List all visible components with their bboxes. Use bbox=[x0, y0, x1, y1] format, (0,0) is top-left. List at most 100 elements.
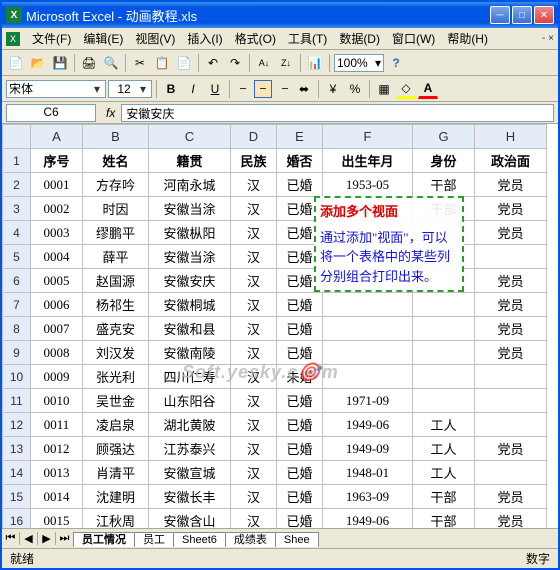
data-cell[interactable]: 党员 bbox=[475, 197, 547, 221]
row-header[interactable]: 4 bbox=[3, 221, 31, 245]
sheet-tab[interactable]: 员工情况 bbox=[73, 532, 135, 547]
data-cell[interactable]: 安徽当涂 bbox=[149, 245, 231, 269]
menu-item-3[interactable]: 插入(I) bbox=[181, 30, 228, 48]
col-header-H[interactable]: H bbox=[475, 125, 547, 149]
header-cell[interactable]: 出生年月 bbox=[323, 149, 413, 173]
data-cell[interactable]: 汉 bbox=[231, 413, 277, 437]
col-header-B[interactable]: B bbox=[83, 125, 149, 149]
data-cell[interactable]: 张光利 bbox=[83, 365, 149, 389]
tab-prev-icon[interactable]: ◀ bbox=[20, 532, 38, 545]
data-cell[interactable]: 沈建明 bbox=[83, 485, 149, 509]
row-header[interactable]: 13 bbox=[3, 437, 31, 461]
data-cell[interactable] bbox=[323, 293, 413, 317]
data-cell[interactable] bbox=[413, 365, 475, 389]
data-cell[interactable]: 河南永城 bbox=[149, 173, 231, 197]
data-cell[interactable]: 0012 bbox=[31, 437, 83, 461]
data-cell[interactable] bbox=[413, 317, 475, 341]
menu-item-7[interactable]: 窗口(W) bbox=[386, 30, 441, 48]
worksheet-area[interactable]: ABCDEFGH1序号姓名籍贯民族婚否出生年月身份政治面20001方存吟河南永城… bbox=[2, 124, 558, 528]
data-cell[interactable]: 凌启泉 bbox=[83, 413, 149, 437]
title-bar[interactable]: X Microsoft Excel - 动画教程.xls ─ □ ✕ bbox=[2, 2, 558, 28]
data-cell[interactable]: 0007 bbox=[31, 317, 83, 341]
align-right-icon[interactable] bbox=[274, 80, 292, 98]
data-cell[interactable]: 已婚 bbox=[277, 293, 323, 317]
data-cell[interactable]: 缪鹏平 bbox=[83, 221, 149, 245]
data-cell[interactable]: 安徽含山 bbox=[149, 509, 231, 529]
data-cell[interactable]: 党员 bbox=[475, 437, 547, 461]
data-cell[interactable]: 工人 bbox=[413, 461, 475, 485]
row-header[interactable]: 3 bbox=[3, 197, 31, 221]
data-cell[interactable]: 党员 bbox=[475, 269, 547, 293]
header-cell[interactable]: 民族 bbox=[231, 149, 277, 173]
data-cell[interactable]: 汉 bbox=[231, 461, 277, 485]
data-cell[interactable]: 已婚 bbox=[277, 173, 323, 197]
menu-item-4[interactable]: 格式(O) bbox=[229, 30, 282, 48]
col-header-E[interactable]: E bbox=[277, 125, 323, 149]
data-cell[interactable]: 0002 bbox=[31, 197, 83, 221]
row-header[interactable]: 2 bbox=[3, 173, 31, 197]
currency-icon[interactable]: ¥ bbox=[323, 79, 343, 99]
data-cell[interactable]: 山东阳谷 bbox=[149, 389, 231, 413]
data-cell[interactable]: 0013 bbox=[31, 461, 83, 485]
data-cell[interactable] bbox=[475, 389, 547, 413]
data-cell[interactable]: 已婚 bbox=[277, 317, 323, 341]
align-center-icon[interactable] bbox=[254, 80, 272, 98]
data-cell[interactable]: 干部 bbox=[413, 509, 475, 529]
data-cell[interactable]: 吴世金 bbox=[83, 389, 149, 413]
data-cell[interactable]: 肖清平 bbox=[83, 461, 149, 485]
zoom-combo[interactable]: 100%▾ bbox=[334, 54, 384, 72]
row-header[interactable]: 12 bbox=[3, 413, 31, 437]
data-cell[interactable]: 汉 bbox=[231, 173, 277, 197]
data-cell[interactable]: 0005 bbox=[31, 269, 83, 293]
data-cell[interactable]: 1949-09 bbox=[323, 437, 413, 461]
open-icon[interactable]: 📂 bbox=[28, 53, 48, 73]
data-cell[interactable]: 汉 bbox=[231, 389, 277, 413]
data-cell[interactable]: 刘汉发 bbox=[83, 341, 149, 365]
data-cell[interactable]: 四川仁寿 bbox=[149, 365, 231, 389]
align-left-icon[interactable] bbox=[234, 80, 252, 98]
paste-icon[interactable]: 📄 bbox=[174, 53, 194, 73]
data-cell[interactable]: 已婚 bbox=[277, 389, 323, 413]
data-cell[interactable]: 1953-05 bbox=[323, 173, 413, 197]
close-button[interactable]: ✕ bbox=[534, 6, 554, 24]
sheet-tab[interactable]: Shee bbox=[275, 532, 319, 547]
data-cell[interactable]: 已婚 bbox=[277, 413, 323, 437]
fill-color-icon[interactable]: ◇ bbox=[396, 79, 416, 99]
data-cell[interactable]: 汉 bbox=[231, 437, 277, 461]
row-header[interactable]: 16 bbox=[3, 509, 31, 529]
data-cell[interactable]: 安徽长丰 bbox=[149, 485, 231, 509]
header-cell[interactable]: 籍贯 bbox=[149, 149, 231, 173]
borders-icon[interactable]: ▦ bbox=[374, 79, 394, 99]
formula-input[interactable]: 安徽安庆 bbox=[121, 104, 554, 122]
data-cell[interactable]: 已婚 bbox=[277, 485, 323, 509]
data-cell[interactable]: 汉 bbox=[231, 509, 277, 529]
col-header-D[interactable]: D bbox=[231, 125, 277, 149]
row-header[interactable]: 10 bbox=[3, 365, 31, 389]
underline-icon[interactable]: U bbox=[205, 79, 225, 99]
data-cell[interactable]: 干部 bbox=[413, 485, 475, 509]
data-cell[interactable] bbox=[475, 461, 547, 485]
data-cell[interactable] bbox=[323, 341, 413, 365]
data-cell[interactable]: 汉 bbox=[231, 341, 277, 365]
data-cell[interactable]: 方存吟 bbox=[83, 173, 149, 197]
data-cell[interactable]: 0006 bbox=[31, 293, 83, 317]
data-cell[interactable]: 汉 bbox=[231, 197, 277, 221]
data-cell[interactable]: 赵国源 bbox=[83, 269, 149, 293]
sheet-tab[interactable]: Sheet6 bbox=[173, 532, 226, 547]
data-cell[interactable]: 盛克安 bbox=[83, 317, 149, 341]
data-cell[interactable]: 时因 bbox=[83, 197, 149, 221]
minimize-button[interactable]: ─ bbox=[490, 6, 510, 24]
tab-next-icon[interactable]: ▶ bbox=[38, 532, 56, 545]
data-cell[interactable]: 1949-06 bbox=[323, 509, 413, 529]
tab-first-icon[interactable]: ⏮ bbox=[2, 532, 20, 545]
data-cell[interactable]: 0014 bbox=[31, 485, 83, 509]
sheet-tab[interactable]: 员工 bbox=[134, 532, 174, 547]
row-header[interactable]: 9 bbox=[3, 341, 31, 365]
data-cell[interactable]: 党员 bbox=[475, 293, 547, 317]
print-icon[interactable]: 🖨 bbox=[79, 53, 99, 73]
data-cell[interactable]: 顾强达 bbox=[83, 437, 149, 461]
header-cell[interactable]: 身份 bbox=[413, 149, 475, 173]
data-cell[interactable]: 0010 bbox=[31, 389, 83, 413]
data-cell[interactable]: 杨祁生 bbox=[83, 293, 149, 317]
sheet-tab[interactable]: 成绩表 bbox=[225, 532, 276, 547]
